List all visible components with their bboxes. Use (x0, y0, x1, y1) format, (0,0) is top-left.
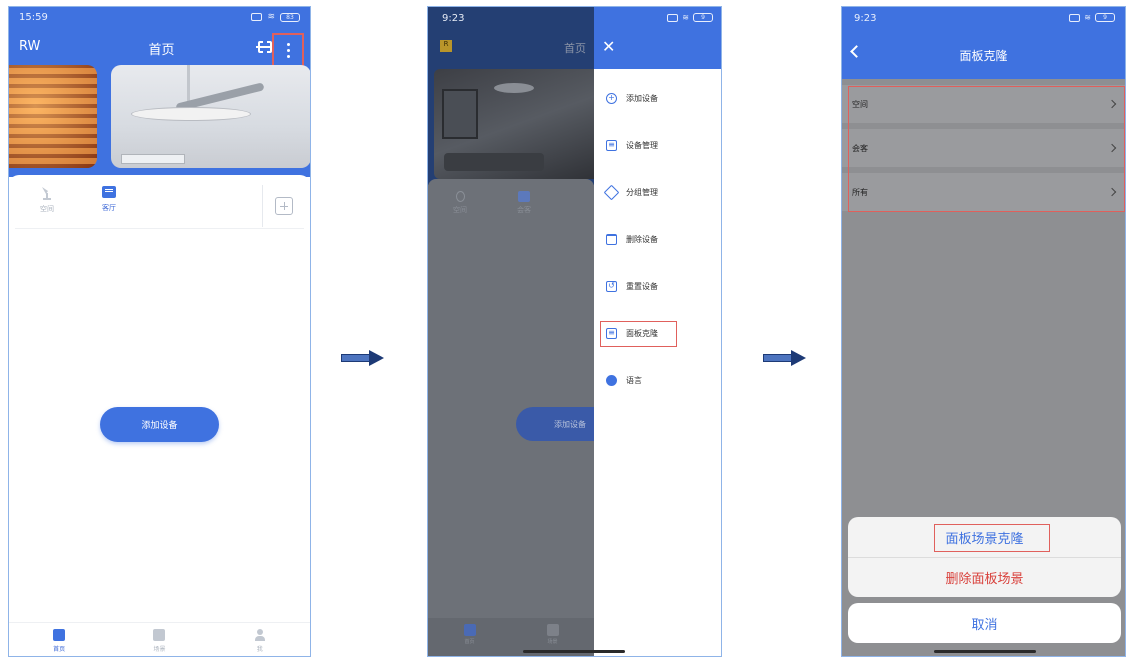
panel-scene-clone-button[interactable]: 面板场景克隆 (848, 517, 1121, 557)
banner-ceiling-lamp-image (434, 69, 594, 179)
room-icon (102, 186, 116, 198)
room-tab-space-dimmed: 空间 (440, 191, 480, 215)
signal-icon (1069, 13, 1081, 22)
page-title-dimmed: 首页 (564, 42, 586, 55)
globe-icon (606, 375, 617, 386)
scene-tab-icon (546, 624, 559, 636)
add-device-button-dimmed: 添加设备 (516, 407, 594, 441)
more-vertical-icon (286, 42, 290, 58)
room-tab-living-room[interactable]: 客厅 (79, 185, 139, 213)
side-drawer-menu: ≋ 9 ✕ + 添加设备 ≡ 设备管理 分组管理 删除设备 ↺ 重置设备 ≡ 面… (594, 7, 721, 656)
chevron-right-icon (1107, 187, 1117, 197)
scan-icon[interactable] (256, 40, 274, 54)
action-sheet: 面板场景克隆 删除面板场景 取消 (848, 517, 1121, 643)
wifi-icon: ≋ (682, 13, 689, 22)
chevron-right-icon (1107, 99, 1117, 109)
status-time: 9:23 (442, 13, 465, 24)
delete-panel-scene-button[interactable]: 删除面板场景 (848, 557, 1121, 597)
bottom-tab-bar: 首页 场景 我 (9, 622, 310, 656)
list-item-meeting[interactable]: 会客 (842, 129, 1125, 167)
phone-screen-panel-clone: 9:23 ≋ 9 面板克隆 空间 会客 所有 面板场景克隆 删除面板场景 取消 (841, 6, 1126, 657)
menu-item-delete-device[interactable]: 删除设备 (594, 216, 721, 263)
chevron-right-icon (1107, 143, 1117, 153)
battery-icon: 9 (1095, 13, 1115, 22)
room-tab-meeting-dimmed: 会客 (504, 191, 544, 215)
bulb-icon (455, 191, 465, 202)
lamp-icon (42, 187, 51, 200)
trash-icon (606, 234, 617, 245)
status-icons: ≋ 9 (1069, 13, 1115, 22)
room-tab-space[interactable]: 空间 (17, 185, 77, 214)
plus-icon (274, 197, 293, 215)
home-navbar: RW 首页 (19, 33, 304, 67)
drawer-header: ≋ 9 ✕ (594, 7, 721, 69)
status-icons: ≋ 9 (667, 13, 713, 22)
menu-item-device-management[interactable]: ≡ 设备管理 (594, 122, 721, 169)
page-title: 面板克隆 (959, 49, 1008, 63)
battery-icon: 9 (693, 13, 713, 22)
person-icon (254, 629, 265, 641)
room-tabs: 空间 客厅 (15, 185, 304, 229)
tab-home[interactable]: 首页 (29, 623, 89, 656)
menu-item-group-management[interactable]: 分组管理 (594, 169, 721, 216)
reset-icon: ↺ (606, 281, 617, 292)
brand-logo: R (440, 40, 452, 52)
cancel-button[interactable]: 取消 (848, 603, 1121, 643)
wifi-icon: ≋ (267, 12, 275, 22)
dimmed-home-background[interactable]: 9:23 R 首页 空间 会客 添加设备 首页 场景 (428, 7, 594, 656)
wifi-icon: ≋ (1084, 13, 1091, 22)
banner-ceiling-fan-image[interactable] (111, 65, 310, 168)
home-indicator (934, 650, 1036, 653)
drawer-menu-list: + 添加设备 ≡ 设备管理 分组管理 删除设备 ↺ 重置设备 ≡ 面板克隆 语言 (594, 75, 721, 404)
device-list-icon: ≡ (606, 140, 617, 151)
add-room-button[interactable] (262, 185, 304, 227)
highlight-box (934, 524, 1050, 552)
phone-screen-home: 15:59 ≋ 83 RW 首页 空间 客厅 添加设备 首页 场景 我 (8, 6, 311, 657)
home-tab-icon (53, 629, 66, 641)
phone-screen-menu: 9:23 R 首页 空间 会客 添加设备 首页 场景 ≋ 9 ✕ + 添加设备 … (427, 6, 722, 657)
add-device-button[interactable]: 添加设备 (100, 407, 219, 442)
room-icon (518, 191, 530, 202)
tab-scene[interactable]: 场景 (129, 623, 189, 656)
panel-clone-header: 9:23 ≋ 9 面板克隆 (842, 7, 1125, 79)
highlight-box (600, 321, 677, 347)
home-indicator (523, 650, 625, 653)
menu-item-reset-device[interactable]: ↺ 重置设备 (594, 263, 721, 310)
close-icon[interactable]: ✕ (602, 39, 615, 55)
home-header: 15:59 ≋ 83 RW 首页 (9, 7, 310, 177)
list-item-space[interactable]: 空间 (842, 85, 1125, 123)
battery-icon: 83 (280, 12, 300, 22)
list-item-all[interactable]: 所有 (842, 173, 1125, 211)
flow-arrow-1 (341, 350, 385, 366)
status-time: 15:59 (19, 11, 48, 23)
layers-icon (603, 184, 620, 201)
add-circle-icon: + (606, 93, 617, 104)
home-tab-icon (463, 624, 476, 636)
scene-tab-icon (153, 629, 166, 641)
tab-me[interactable]: 我 (230, 623, 290, 656)
banner-led-strip-image[interactable] (9, 65, 97, 168)
more-menu-button[interactable] (272, 33, 304, 67)
status-time: 9:23 (854, 13, 877, 24)
menu-item-panel-clone[interactable]: ≡ 面板克隆 (594, 310, 721, 357)
signal-icon (667, 13, 679, 22)
flow-arrow-2 (763, 350, 807, 366)
action-sheet-options: 面板场景克隆 删除面板场景 (848, 517, 1121, 597)
status-bar: 15:59 ≋ 83 (19, 10, 300, 24)
room-list: 空间 会客 所有 (842, 85, 1125, 217)
signal-icon (251, 13, 263, 21)
menu-item-language[interactable]: 语言 (594, 357, 721, 404)
menu-item-add-device[interactable]: + 添加设备 (594, 75, 721, 122)
home-content: 空间 客厅 添加设备 首页 场景 我 (9, 175, 310, 656)
